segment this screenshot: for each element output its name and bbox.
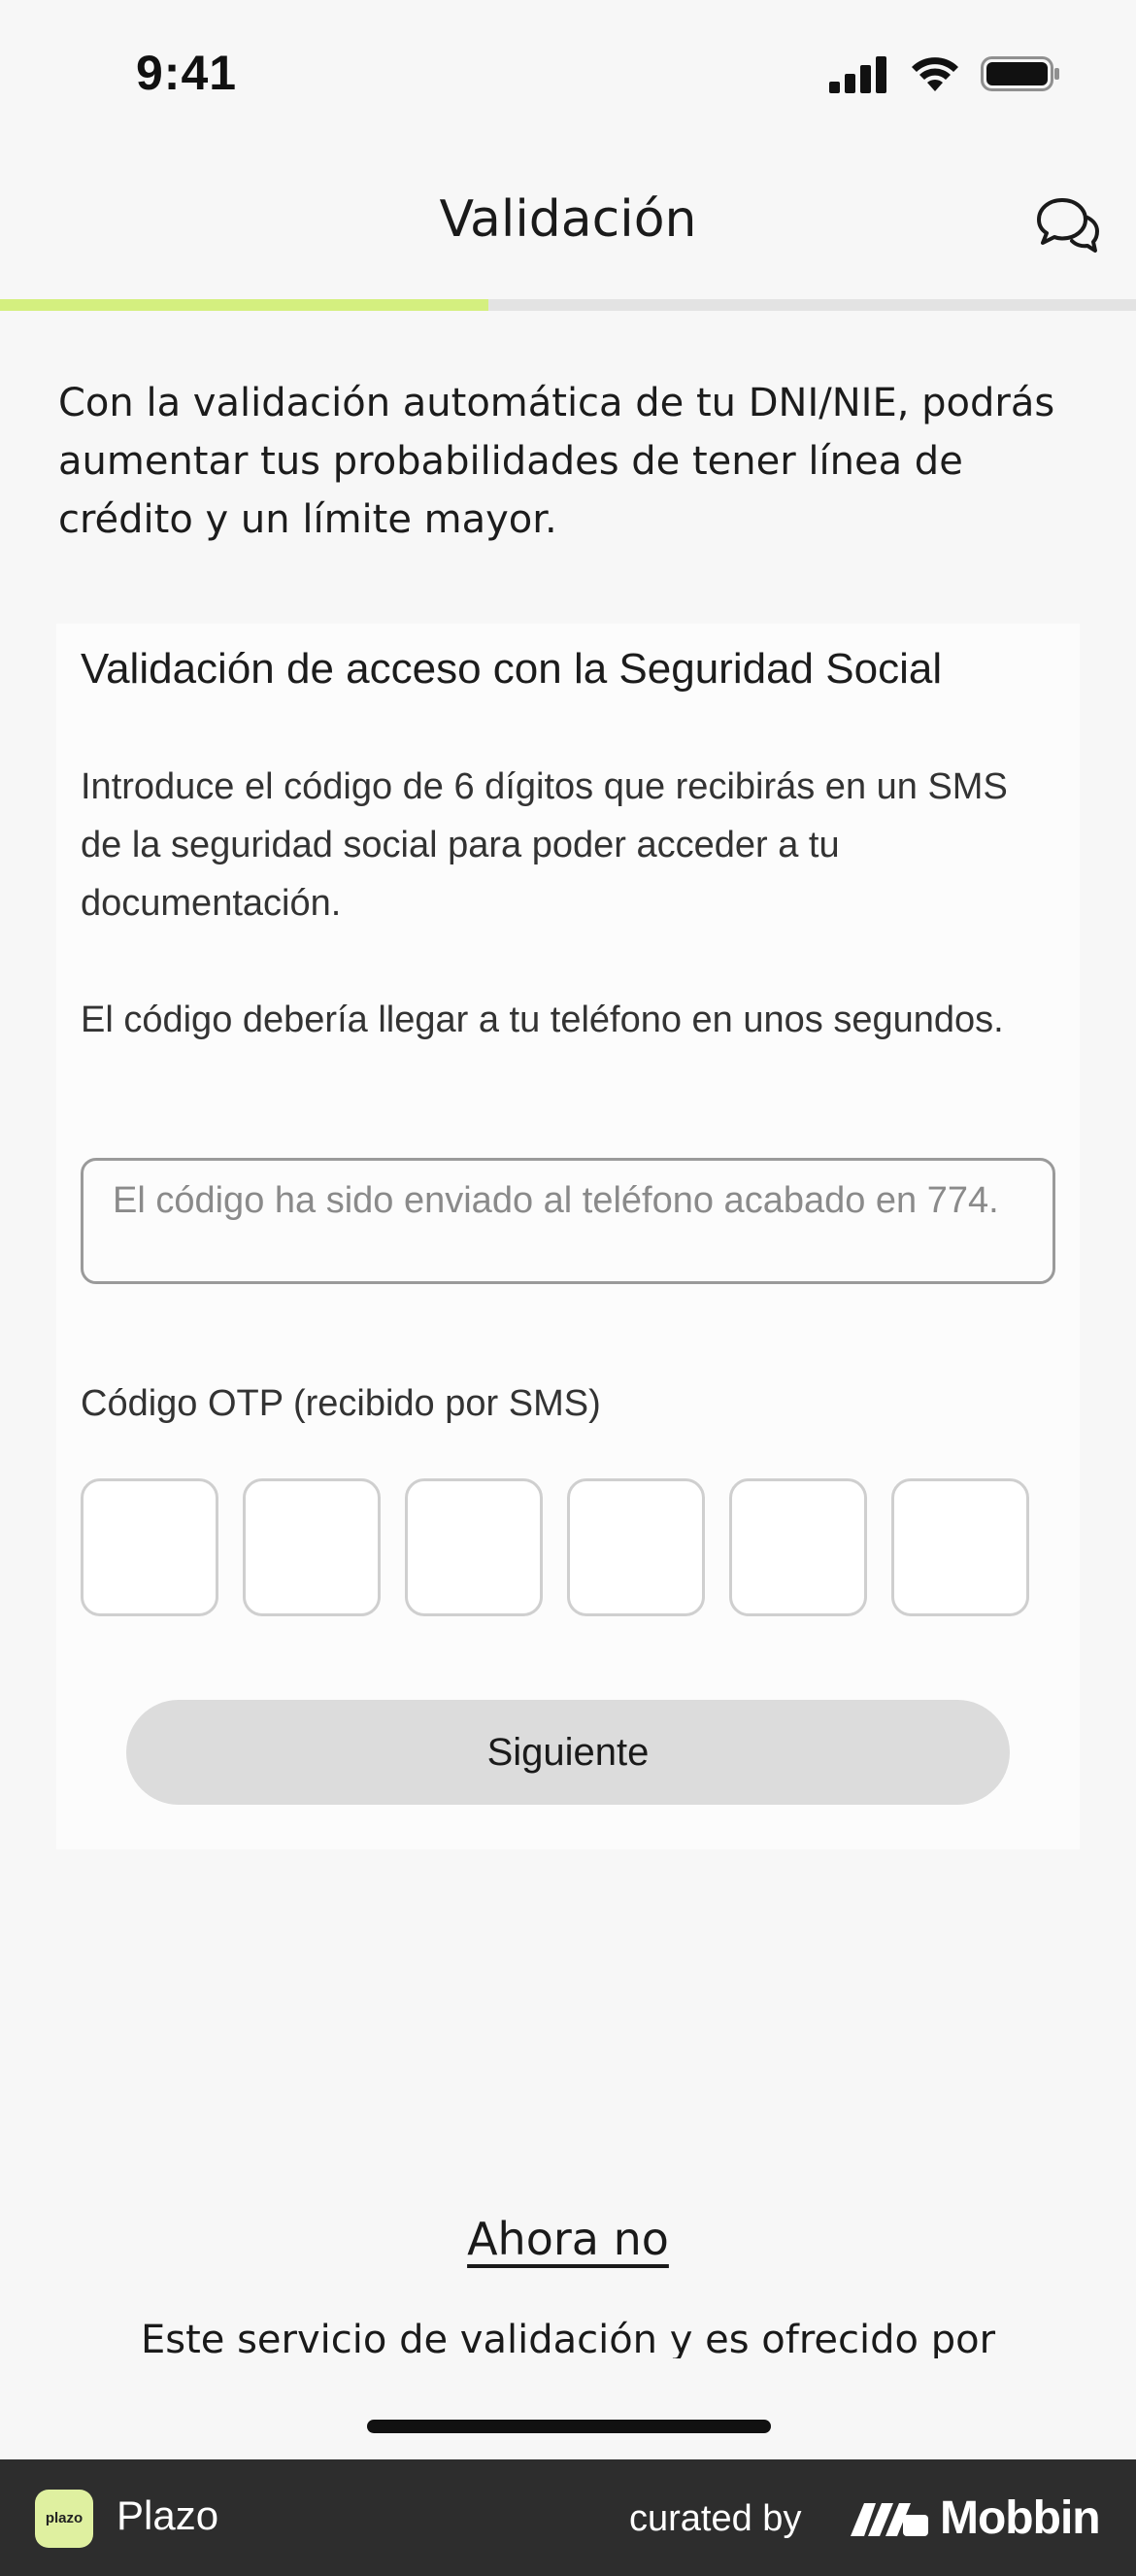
service-provider-note: Este servicio de validación y es ofrecid… — [140, 2318, 996, 2358]
curated-by-label: curated by — [629, 2498, 802, 2539]
card-title: Validación de acceso con la Seguridad So… — [81, 645, 943, 693]
otp-digit-1[interactable] — [81, 1478, 218, 1616]
otp-digit-6[interactable] — [891, 1478, 1029, 1616]
attribution-bar: plazo Plazo curated by Mobbin — [0, 2459, 1136, 2576]
mobbin-logo: Mobbin — [851, 2491, 1101, 2545]
chat-support-button[interactable] — [1033, 190, 1101, 258]
otp-digit-5[interactable] — [729, 1478, 867, 1616]
otp-label: Código OTP (recibido por SMS) — [81, 1383, 601, 1424]
intro-text: Con la validación automática de tu DNI/N… — [58, 381, 1055, 542]
status-icons — [829, 54, 1060, 93]
next-button[interactable]: Siguiente — [126, 1700, 1010, 1805]
mobbin-wordmark: Mobbin — [940, 2492, 1101, 2544]
nav-bar: Validación — [0, 155, 1136, 296]
wifi-icon — [912, 57, 958, 91]
mobbin-mark-icon — [851, 2502, 928, 2536]
status-bar: 9:41 — [0, 0, 1136, 146]
chat-bubbles-icon — [1037, 198, 1099, 253]
app-name: Plazo — [117, 2492, 219, 2538]
instructions-text: Introduce el código de 6 dígitos que rec… — [81, 766, 1008, 924]
page-title: Validación — [439, 190, 697, 249]
progress-fill — [0, 299, 489, 311]
otp-digit-3[interactable] — [405, 1478, 543, 1616]
sms-timing-text: El código debería llegar a tu teléfono e… — [81, 1000, 1004, 1040]
not-now-link[interactable]: Ahora no — [0, 2213, 1136, 2265]
progress-bar — [0, 299, 1136, 311]
otp-digit-2[interactable] — [243, 1478, 381, 1616]
home-indicator — [367, 2420, 771, 2433]
app-logo: plazo — [35, 2490, 93, 2548]
otp-input-group — [81, 1478, 1029, 1616]
otp-digit-4[interactable] — [567, 1478, 705, 1616]
cellular-signal-icon — [829, 56, 886, 93]
battery-icon — [981, 56, 1059, 91]
status-time: 9:41 — [136, 46, 238, 100]
validation-card: Validación de acceso con la Seguridad So… — [56, 624, 1080, 1849]
sms-sent-notice: El código ha sido enviado al teléfono ac… — [81, 1158, 1055, 1284]
